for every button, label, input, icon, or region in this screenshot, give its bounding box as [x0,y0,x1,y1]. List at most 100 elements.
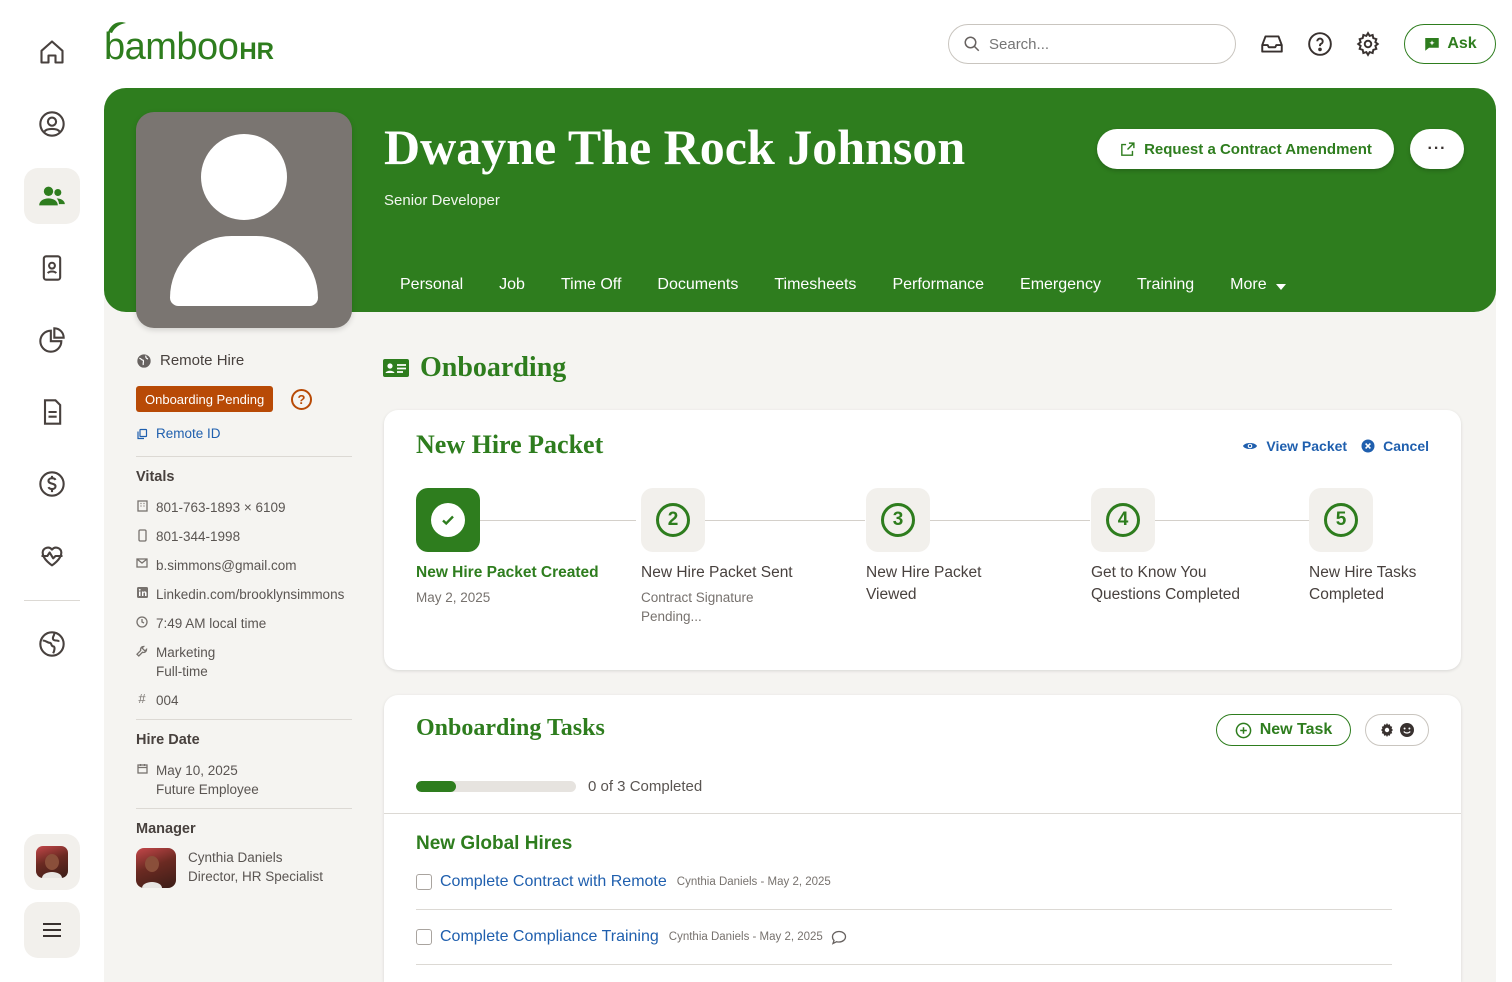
more-actions-button[interactable]: ··· [1410,129,1464,169]
inbox-icon [1261,35,1283,53]
inbox-button[interactable] [1256,28,1288,60]
onboarding-tasks-card: Onboarding Tasks New Task 0 of 3 Complet… [384,695,1461,982]
task-meta: Cynthia Daniels - May 2, 2025 [668,931,823,943]
nav-home[interactable] [24,24,80,80]
menu-button[interactable] [24,902,80,958]
employee-number: #004 [136,691,178,710]
tab-performance[interactable]: Performance [874,262,1002,308]
user-circle-icon [39,111,65,137]
task-link[interactable]: Complete Contract with Remote [440,873,667,891]
tab-time-off[interactable]: Time Off [543,262,639,308]
divider [136,719,352,720]
globe-icon [137,353,151,368]
task-checkbox[interactable] [416,874,432,890]
manager-heading: Manager [136,821,196,837]
status-help-icon[interactable]: ? [291,389,312,410]
new-task-button[interactable]: New Task [1216,714,1351,746]
step-number-indicator: 3 [866,488,930,552]
phone-icon [137,529,147,542]
task-meta: Cynthia Daniels - May 2, 2025 [676,876,831,888]
step-packet-created: New Hire Packet Created May 2, 2025 [416,488,616,607]
divider [136,808,352,809]
chat-sparkle-icon [1425,38,1440,51]
calendar-icon [136,764,148,774]
people-icon [39,186,65,206]
task-row: Complete Contract with Remote Cynthia Da… [416,855,1392,910]
step-questions-completed: 4 Get to Know You Questions Completed [1091,488,1241,606]
manager-card[interactable]: Cynthia Daniels Director, HR Specialist [136,848,323,888]
request-contract-amendment-button[interactable]: Request a Contract Amendment [1097,129,1394,169]
plus-circle-icon [1235,722,1252,738]
nav-payroll[interactable] [24,456,80,512]
hire-date: May 10, 2025 Future Employee [136,761,259,799]
nav-reports[interactable] [24,312,80,368]
comment-icon[interactable] [831,930,847,945]
tab-more[interactable]: More [1212,262,1304,308]
help-icon [1308,32,1332,56]
leaf-icon [108,22,126,33]
vitals-heading: Vitals [136,469,175,485]
tab-emergency[interactable]: Emergency [1002,262,1119,308]
email-address[interactable]: b.simmons@gmail.com [136,556,296,575]
linkedin-icon [136,587,148,598]
view-packet-link[interactable]: View Packet [1242,438,1347,454]
linkedin-link[interactable]: Linkedin.com/brooklynsimmons [136,585,344,604]
onboarding-section-title: Onboarding [382,352,566,384]
caret-down-icon [1275,284,1286,290]
remote-id-link[interactable]: Remote ID [136,426,221,441]
search-box[interactable] [948,24,1236,64]
building-icon [136,500,148,512]
clock-icon [136,616,148,628]
smiley-icon [1400,723,1414,737]
tab-training[interactable]: Training [1119,262,1212,308]
settings-icon [1356,31,1380,57]
tab-timesheets[interactable]: Timesheets [756,262,874,308]
employee-job-title: Senior Developer [384,192,500,209]
tasks-progress-bar [416,781,576,792]
tab-documents[interactable]: Documents [639,262,756,308]
hire-date-heading: Hire Date [136,732,200,748]
work-phone[interactable]: 801-763-1893 × 6109 [136,498,286,517]
settings-button[interactable] [1352,28,1384,60]
hamburger-icon [43,923,61,937]
step-packet-viewed: 3 New Hire Packet Viewed [866,488,1006,606]
close-circle-icon [1361,439,1375,453]
task-checkbox[interactable] [416,929,432,945]
mobile-phone[interactable]: 801-344-1998 [136,527,240,546]
left-rail [0,0,104,982]
step-packet-sent: 2 New Hire Packet Sent Contract Signatur… [641,488,801,626]
heart-pulse-icon [41,546,63,567]
nav-benefits[interactable] [24,528,80,584]
nav-my-info[interactable] [24,96,80,152]
divider [384,813,1461,814]
tab-job[interactable]: Job [481,262,543,308]
gear-icon [1381,723,1393,737]
ask-button[interactable]: Ask [1404,24,1496,64]
cancel-packet-link[interactable]: Cancel [1361,438,1429,454]
task-link[interactable]: Complete Compliance Training [440,928,659,946]
nav-people[interactable] [24,168,80,224]
search-input[interactable] [989,35,1209,53]
department-info: Marketing Full-time [136,643,215,681]
search-icon [964,36,980,52]
task-settings-button[interactable] [1365,714,1429,746]
local-time: 7:49 AM local time [136,614,266,633]
bamboohr-logo[interactable]: bamboo HR [104,22,274,66]
profile-tabs: Personal Job Time Off Documents Timeshee… [382,262,1305,308]
current-user-avatar[interactable] [24,834,80,890]
help-button[interactable] [1304,28,1336,60]
nav-files[interactable] [24,384,80,440]
document-icon [43,399,62,425]
tab-personal[interactable]: Personal [382,262,481,308]
nav-global[interactable] [24,616,80,672]
step-complete-indicator [416,488,480,552]
nav-directory[interactable] [24,240,80,296]
rail-divider [24,600,80,601]
tasks-progress-text: 0 of 3 Completed [588,778,703,795]
employee-photo[interactable] [136,112,352,328]
step-tasks-completed: 5 New Hire Tasks Completed [1309,488,1439,606]
divider [136,456,352,457]
id-card-icon [383,359,409,377]
step-number-indicator: 2 [641,488,705,552]
badge-icon [42,255,62,281]
